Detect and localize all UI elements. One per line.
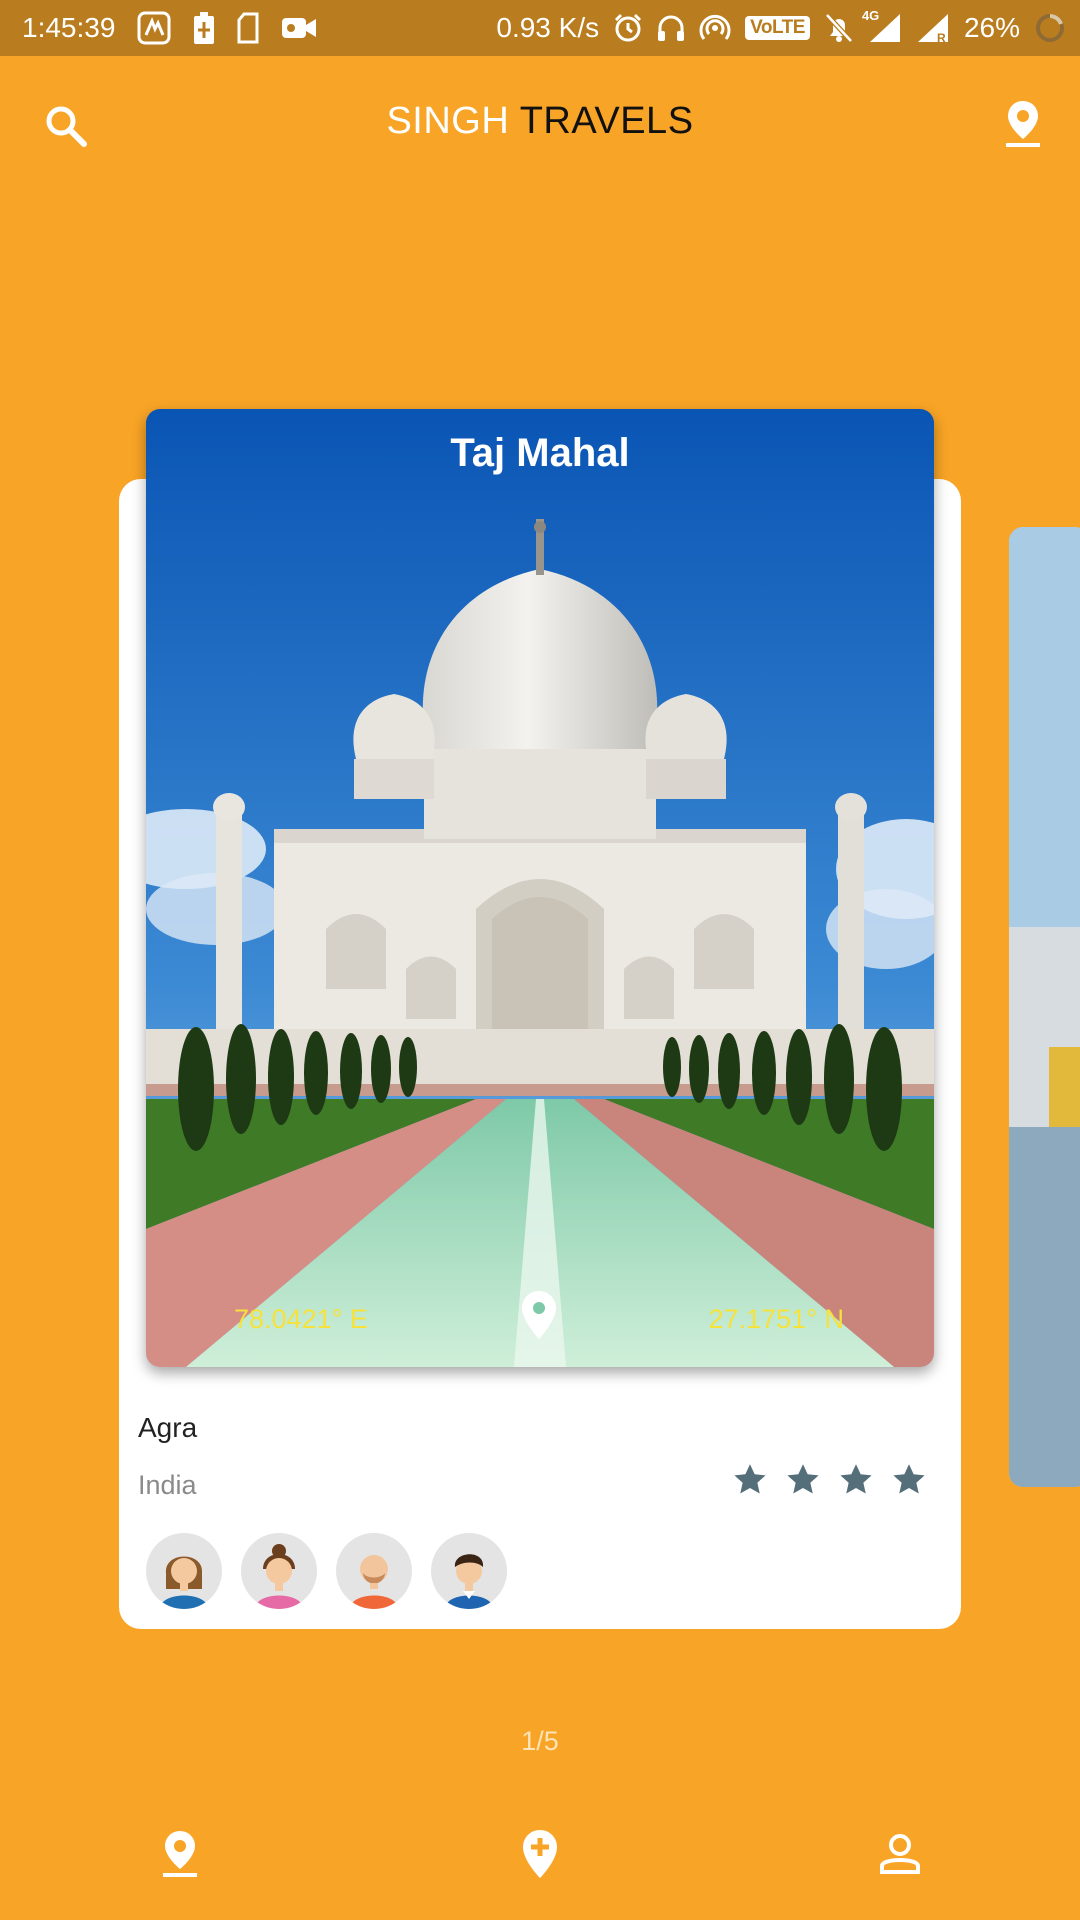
taj-mahal-image <box>146 409 934 1367</box>
svg-text:R: R <box>937 31 946 44</box>
video-camera-icon <box>281 15 317 41</box>
headphones-icon <box>657 13 685 43</box>
place-name: Taj Mahal <box>450 431 630 475</box>
app-title: SINGH TRAVELS <box>0 100 1080 143</box>
alarm-icon <box>613 13 643 43</box>
battery-ring-icon <box>1034 12 1066 44</box>
woman-avatar[interactable] <box>146 1533 222 1609</box>
next-place-card[interactable] <box>1009 527 1080 1487</box>
app-title-singh: SINGH <box>386 100 510 142</box>
nav-add-location-button[interactable] <box>516 1826 564 1882</box>
location-button[interactable] <box>998 96 1048 152</box>
city-label: Agra <box>138 1412 198 1443</box>
next-place-image <box>1009 527 1080 1487</box>
network-speed: 0.93 K/s <box>496 12 600 43</box>
status-bar: 1:45:39 0.93 K/s VoLTE 4G R 26% <box>0 0 1080 56</box>
star-icon <box>893 1464 925 1494</box>
app-notification-icon <box>137 11 171 45</box>
girl-avatar[interactable] <box>241 1533 317 1609</box>
country-label: India <box>138 1470 197 1500</box>
bearded-man-avatar[interactable] <box>336 1533 412 1609</box>
add-location-icon <box>523 1830 557 1878</box>
app-bar: SINGH TRAVELS <box>0 56 1080 192</box>
notifications-off-icon <box>824 12 854 44</box>
man-avatar[interactable] <box>431 1533 507 1609</box>
visitor-avatars <box>146 1533 507 1609</box>
star-icon <box>840 1464 872 1494</box>
battery-percent: 26% <box>963 12 1020 43</box>
network-type: 4G <box>861 8 880 23</box>
nav-explore-button[interactable] <box>156 1826 204 1882</box>
volte-badge: VoLTE <box>745 16 810 40</box>
sim-card-icon <box>237 12 259 44</box>
location-pin-icon <box>1006 101 1040 147</box>
person-icon <box>880 1834 920 1874</box>
location-pin-icon <box>163 1831 197 1877</box>
hotspot-icon <box>699 13 731 43</box>
page-indicator: 1/5 <box>521 1726 559 1756</box>
signal-4g-icon: 4G <box>862 8 902 44</box>
app-title-travels: TRAVELS <box>519 100 694 142</box>
star-icon <box>734 1464 766 1494</box>
location-pin-icon <box>522 1291 556 1339</box>
signal-roaming-icon: R <box>916 12 950 44</box>
latitude-text: 27.1751° N <box>708 1304 844 1334</box>
place-image[interactable]: Taj Mahal 78.0421° E 27.1751° N <box>146 409 934 1367</box>
longitude-text: 78.0421° E <box>234 1304 368 1334</box>
star-icon <box>787 1464 819 1494</box>
map-pin-button[interactable] <box>518 1289 560 1346</box>
status-time: 1:45:39 <box>22 12 116 43</box>
rating-stars <box>732 1462 927 1498</box>
nav-profile-button[interactable] <box>876 1826 924 1882</box>
battery-saver-icon <box>193 11 215 45</box>
